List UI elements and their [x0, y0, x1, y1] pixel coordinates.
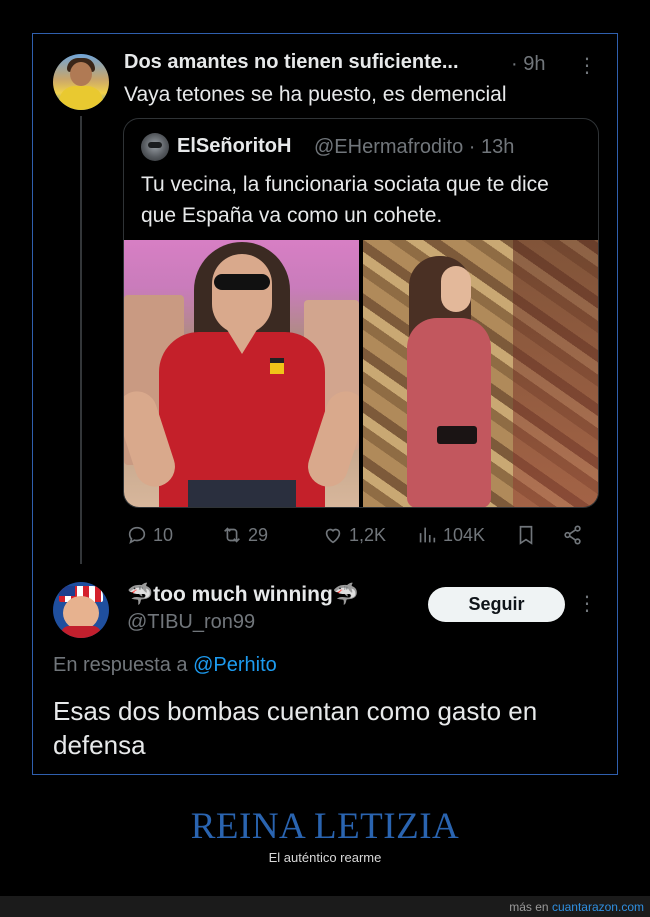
reply-author-avatar[interactable] [53, 582, 109, 638]
tweet-author-name[interactable]: Dos amantes no tienen suficiente... [124, 51, 459, 74]
repost-action[interactable]: 29 [221, 524, 268, 546]
bookmark-icon [519, 525, 533, 545]
quoted-author-handle: @EHermafrodito · 13h [314, 136, 515, 158]
tweet-text: Vaya tetones se ha puesto, es demencial [124, 83, 507, 106]
repost-icon [224, 527, 240, 543]
replying-to-mention[interactable]: @Perhito [193, 654, 277, 676]
reply-author-handle[interactable]: @TIBU_ron99 [127, 611, 255, 634]
quoted-photo-left[interactable] [124, 240, 359, 507]
caption-subtitle: El auténtico rearme [268, 850, 382, 865]
reply-count: 10 [153, 524, 174, 545]
quoted-tweet-card[interactable]: ElSeñoritoH @EHermafrodito · 13h Tu veci… [123, 118, 599, 508]
views-chart-icon [419, 527, 436, 543]
author-avatar[interactable] [53, 54, 109, 110]
repost-count: 29 [248, 524, 269, 545]
footer-site-link[interactable]: cuantarazon.com [552, 900, 644, 914]
footer-bar: más en cuantarazon.com [0, 896, 650, 917]
follow-button[interactable]: Seguir [428, 587, 565, 622]
views-action[interactable]: 104K [416, 524, 485, 546]
share-icon [564, 525, 581, 545]
caption-title: REINA LETIZIA [190, 806, 460, 847]
quoted-author-name[interactable]: ElSeñoritoH [177, 135, 291, 158]
quoted-author-avatar[interactable] [141, 133, 169, 161]
heart-icon [325, 528, 341, 544]
thread-line [80, 116, 82, 564]
like-action[interactable]: 1,2K [322, 524, 386, 546]
replying-to-label: En respuesta a [53, 654, 188, 676]
reply-text: Esas dos bombas cuentan como gasto en de… [53, 696, 538, 760]
view-count: 104K [443, 524, 486, 545]
reply-more-options-icon[interactable]: ⋮ [577, 594, 597, 614]
more-options-icon[interactable]: ⋮ [577, 56, 597, 76]
footer-text: más en cuantarazon.com [509, 900, 644, 914]
reply-icon [128, 526, 146, 545]
reply-author-name[interactable]: 🦈too much winning🦈 [127, 583, 359, 607]
bookmark-action[interactable] [515, 524, 542, 546]
tweet-timestamp[interactable]: · 9h [511, 53, 545, 76]
like-count: 1,2K [349, 524, 387, 545]
quoted-tweet-text: Tu vecina, la funcionaria sociata que te… [141, 173, 549, 227]
reply-action[interactable]: 10 [126, 524, 173, 546]
replying-to-line: En respuesta a @Perhito [53, 654, 277, 677]
footer-prefix: más en [509, 900, 549, 914]
quoted-photo-right[interactable] [363, 240, 598, 507]
share-action[interactable] [562, 524, 589, 546]
